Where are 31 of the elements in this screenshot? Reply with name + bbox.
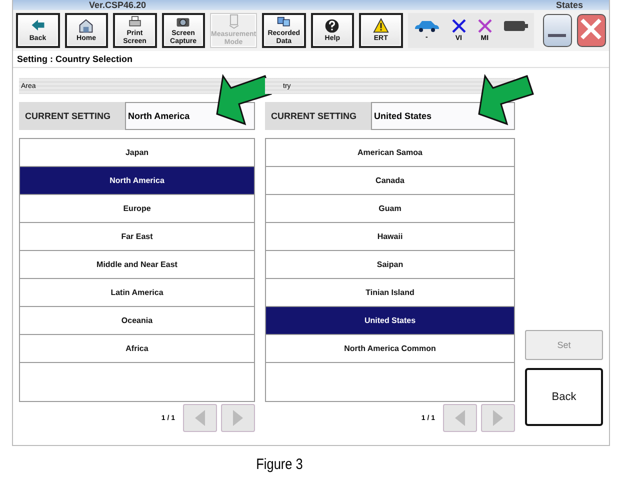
- right-triangle-icon: [231, 409, 245, 427]
- next-page-button[interactable]: [221, 404, 255, 432]
- previous-page-button[interactable]: [183, 404, 217, 432]
- next-page-button[interactable]: [481, 404, 515, 432]
- title-text: States: [556, 1, 583, 10]
- left-triangle-icon: [193, 409, 207, 427]
- battery-icon: [504, 20, 528, 32]
- right-triangle-icon: [491, 409, 505, 427]
- current-setting-label: CURRENT SETTING: [270, 110, 358, 123]
- figure-caption: Figure 3: [256, 455, 303, 473]
- action-button[interactable]: Back: [525, 368, 603, 426]
- data-icon: [276, 15, 292, 29]
- left-triangle-icon: [453, 409, 467, 427]
- warning-icon: [372, 18, 389, 34]
- print-icon: [126, 15, 143, 29]
- car-icon: [414, 20, 440, 32]
- camera-icon: [175, 15, 192, 29]
- list-item[interactable]: United States: [266, 307, 514, 335]
- help-icon: [324, 18, 340, 34]
- close-icon: [578, 16, 604, 42]
- callout-arrow: [215, 74, 273, 126]
- current-setting-label: CURRENT SETTING: [24, 110, 112, 123]
- minimize-button[interactable]: [542, 14, 572, 47]
- home-icon: [78, 18, 94, 34]
- minimize-icon: [548, 34, 566, 36]
- close-button[interactable]: [576, 14, 606, 47]
- screen-title: Setting : Country Selection: [13, 51, 609, 68]
- previous-page-button[interactable]: [443, 404, 477, 432]
- callout-arrow: [477, 74, 535, 126]
- window-title: Ver.CSP46.20: [89, 1, 146, 10]
- list-item[interactable]: North America: [20, 167, 254, 195]
